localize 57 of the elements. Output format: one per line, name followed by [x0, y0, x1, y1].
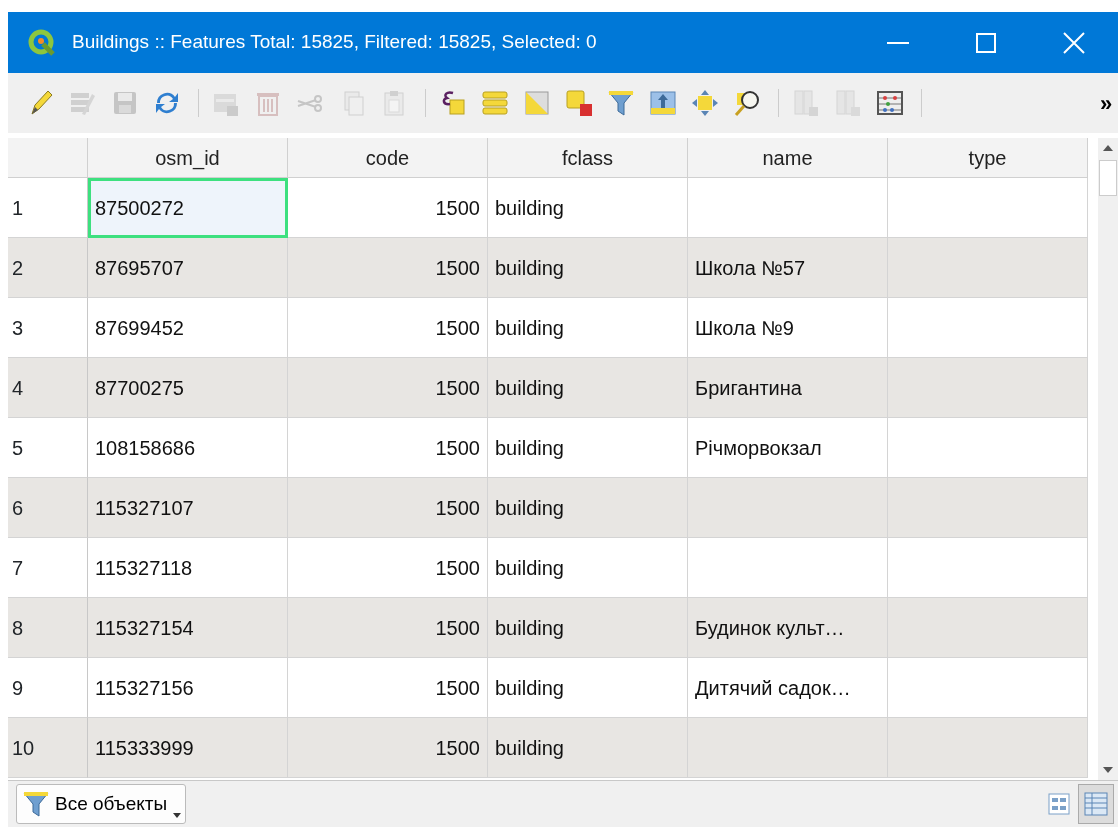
corner-header[interactable] — [8, 138, 88, 178]
column-header[interactable]: fclass — [488, 138, 688, 178]
table-cell[interactable]: Школа №57 — [688, 238, 888, 298]
scrollbar-thumb[interactable] — [1099, 160, 1117, 196]
row-header[interactable]: 4 — [8, 358, 88, 418]
column-header[interactable]: name — [688, 138, 888, 178]
table-view-icon — [1082, 790, 1110, 818]
row-header[interactable]: 10 — [8, 718, 88, 778]
row-header[interactable]: 8 — [8, 598, 88, 658]
table-cell[interactable]: 115327154 — [88, 598, 288, 658]
abacus-icon — [875, 88, 905, 118]
table-cell[interactable]: 87700275 — [88, 358, 288, 418]
close-icon — [1063, 31, 1085, 54]
four-arrows-icon — [690, 88, 720, 118]
table-cell[interactable]: building — [488, 718, 688, 778]
column-header[interactable]: osm_id — [88, 138, 288, 178]
table-cell[interactable] — [888, 598, 1088, 658]
row-header[interactable]: 6 — [8, 478, 88, 538]
row-header[interactable]: 2 — [8, 238, 88, 298]
window-title: Buildings :: Features Total: 15825, Filtered: 15825, Selected: 0 — [72, 30, 597, 55]
table-cell[interactable]: Будинок культ… — [688, 598, 888, 658]
table-cell[interactable]: building — [488, 358, 688, 418]
filter-icon — [606, 88, 636, 118]
table-cell[interactable]: building — [488, 238, 688, 298]
table-cell[interactable] — [888, 478, 1088, 538]
table-cell[interactable]: 87695707 — [88, 238, 288, 298]
table-cell[interactable]: Бригантина — [688, 358, 888, 418]
table-cell[interactable] — [888, 358, 1088, 418]
half-square-icon — [522, 88, 552, 118]
table-cell[interactable]: building — [488, 478, 688, 538]
table-cell[interactable] — [888, 718, 1088, 778]
square-badge-icon — [564, 88, 594, 118]
table-cell[interactable]: building — [488, 598, 688, 658]
table-cell[interactable] — [888, 238, 1088, 298]
magnifier-icon — [732, 88, 762, 118]
table-cell[interactable]: 87500272 — [88, 178, 288, 238]
table-cell[interactable] — [688, 478, 888, 538]
stacked-bars-icon — [480, 88, 510, 118]
table-cell[interactable]: 115327107 — [88, 478, 288, 538]
maximize-icon — [976, 32, 996, 53]
table-cell[interactable]: 1500 — [288, 718, 488, 778]
more-tools-button[interactable]: » — [1088, 85, 1118, 121]
table-cell[interactable]: 1500 — [288, 598, 488, 658]
minimize-icon — [887, 41, 909, 44]
table-cell[interactable] — [688, 718, 888, 778]
filter-dropdown[interactable]: Все объекты — [16, 784, 187, 824]
column-add-icon — [791, 88, 821, 118]
table-cell[interactable]: 1500 — [288, 358, 488, 418]
vertical-scrollbar[interactable] — [1098, 138, 1118, 780]
table-cell[interactable]: 1500 — [288, 238, 488, 298]
caret-icon — [173, 813, 182, 819]
table-cell[interactable]: 115333999 — [88, 718, 288, 778]
filter-icon — [23, 789, 49, 819]
app-logo-icon — [28, 28, 56, 57]
column-header[interactable]: type — [888, 138, 1088, 178]
table-cell[interactable]: 1500 — [288, 478, 488, 538]
column-header[interactable]: code — [288, 138, 488, 178]
